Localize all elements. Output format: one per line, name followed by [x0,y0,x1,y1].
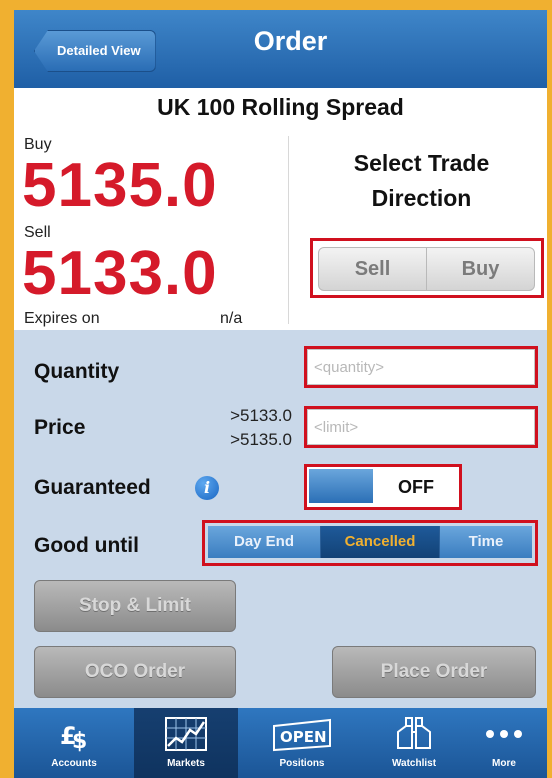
tab-label: Accounts [51,758,97,769]
good-until-time[interactable]: Time [440,526,532,558]
tab-positions[interactable]: OPEN Positions [250,708,354,778]
place-order-button[interactable]: Place Order [332,646,536,698]
tab-label: Positions [279,758,325,769]
toggle-state-text: OFF [398,477,434,497]
stop-limit-button[interactable]: Stop & Limit [34,580,236,632]
binoculars-icon [366,716,462,752]
svg-text:$: $ [72,729,87,752]
nav-bar: Detailed View Order [14,10,547,89]
more-icon [464,716,544,752]
quantity-field [304,346,538,388]
sell-direction-button[interactable]: Sell [318,247,427,291]
oco-order-button[interactable]: OCO Order [34,646,236,698]
good-until-segmented-control: Day End Cancelled Time [202,520,538,566]
tab-label: Watchlist [391,758,437,769]
market-name: UK 100 Rolling Spread [157,94,404,120]
open-sign-icon: OPEN [250,716,354,752]
good-until-cancelled[interactable]: Cancelled [321,526,440,558]
price-reference-buy: >5135.0 [230,430,292,449]
chart-icon [134,716,238,752]
vertical-divider [288,136,289,324]
guaranteed-label: Guaranteed [34,476,151,499]
price-reference-sell: >5133.0 [230,406,292,425]
select-trade-direction-title: Select Trade Direction [353,150,490,211]
good-until-day-end[interactable]: Day End [208,526,321,558]
tab-label: Markets [167,758,205,769]
buy-direction-button[interactable]: Buy [426,247,535,291]
tab-more[interactable]: More [464,708,544,778]
tab-accounts[interactable]: £ $ Accounts [28,708,120,778]
info-icon[interactable]: i [195,476,219,500]
guaranteed-toggle[interactable]: OFF [304,464,462,510]
app-screen: Detailed View Order UK 100 Rolling Sprea… [14,10,547,778]
buy-price: 5135.0 [22,151,218,220]
svg-text:OPEN: OPEN [280,728,327,746]
trade-direction-segmented-control: Sell Buy [310,238,544,298]
quantity-label: Quantity [34,360,120,383]
sell-price: 5133.0 [22,239,218,308]
tab-label: More [492,758,516,769]
tab-watchlist[interactable]: Watchlist [366,708,462,778]
limit-input[interactable] [307,409,535,445]
tab-bar: £ $ Accounts Markets OPEN Positions Watch… [14,708,547,778]
expires-label: Expires on [24,310,100,327]
toggle-knob [309,469,373,503]
expires-value: n/a [220,310,243,327]
currency-icon: £ $ [28,716,120,754]
tab-markets[interactable]: Markets [134,708,238,778]
order-form: Quantity Price >5133.0 >5135.0 Guarantee… [14,330,547,708]
page-title: Order [253,26,328,56]
market-summary: UK 100 Rolling Spread Buy 5135.0 Sell 51… [14,88,547,330]
limit-field [304,406,538,448]
quantity-input[interactable] [307,349,535,385]
good-until-label: Good until [34,534,139,557]
price-label: Price [34,416,86,439]
